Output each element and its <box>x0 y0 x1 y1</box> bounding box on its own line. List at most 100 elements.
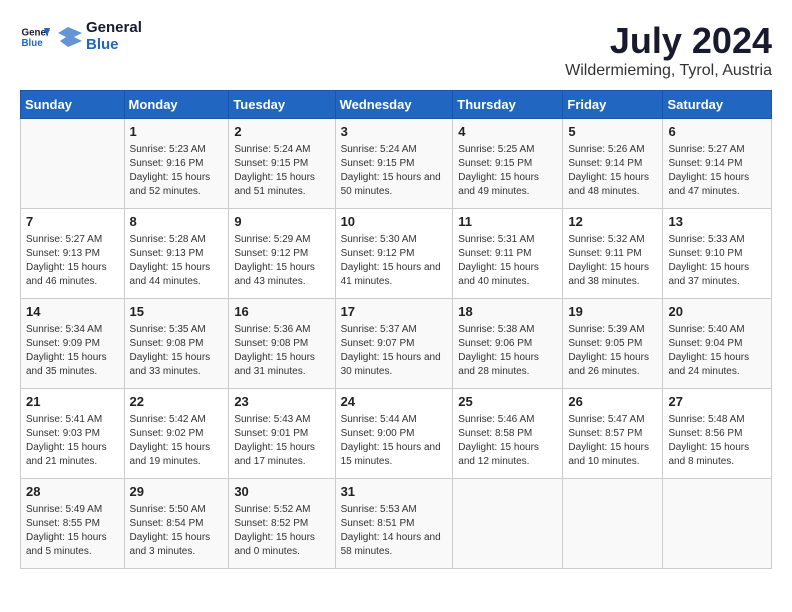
table-cell: 18 Sunrise: 5:38 AMSunset: 9:06 PMDayligh… <box>453 299 563 389</box>
col-thursday: Thursday <box>453 91 563 119</box>
day-info: Sunrise: 5:41 AMSunset: 9:03 PMDaylight:… <box>26 413 119 469</box>
day-info: Sunrise: 5:43 AMSunset: 9:01 PMDaylight:… <box>234 413 329 469</box>
day-info: Sunrise: 5:26 AMSunset: 9:14 PMDaylight:… <box>568 143 657 199</box>
day-info: Sunrise: 5:37 AMSunset: 9:07 PMDaylight:… <box>341 323 448 379</box>
table-cell: 9 Sunrise: 5:29 AMSunset: 9:12 PMDaylight… <box>229 209 335 299</box>
table-cell: 11 Sunrise: 5:31 AMSunset: 9:11 PMDayligh… <box>453 209 563 299</box>
day-info: Sunrise: 5:30 AMSunset: 9:12 PMDaylight:… <box>341 233 448 289</box>
calendar-week-row: 21 Sunrise: 5:41 AMSunset: 9:03 PMDayligh… <box>21 389 772 479</box>
page-header: General Blue General Blue General Blue J… <box>20 20 772 80</box>
day-number: 9 <box>234 213 329 231</box>
day-info: Sunrise: 5:24 AMSunset: 9:15 PMDaylight:… <box>341 143 448 199</box>
calendar-week-row: 7 Sunrise: 5:27 AMSunset: 9:13 PMDaylight… <box>21 209 772 299</box>
table-cell: 16 Sunrise: 5:36 AMSunset: 9:08 PMDayligh… <box>229 299 335 389</box>
svg-text:Blue: Blue <box>22 38 44 49</box>
day-number: 7 <box>26 213 119 231</box>
day-info: Sunrise: 5:47 AMSunset: 8:57 PMDaylight:… <box>568 413 657 469</box>
day-number: 24 <box>341 393 448 411</box>
day-number: 13 <box>668 213 766 231</box>
day-number: 21 <box>26 393 119 411</box>
day-info: Sunrise: 5:44 AMSunset: 9:00 PMDaylight:… <box>341 413 448 469</box>
table-cell: 14 Sunrise: 5:34 AMSunset: 9:09 PMDayligh… <box>21 299 125 389</box>
day-number: 25 <box>458 393 557 411</box>
day-number: 4 <box>458 123 557 141</box>
day-info: Sunrise: 5:49 AMSunset: 8:55 PMDaylight:… <box>26 503 119 559</box>
table-cell: 27Sunrise: 5:48 AMSunset: 8:56 PMDayligh… <box>663 389 772 479</box>
calendar-week-row: 28 Sunrise: 5:49 AMSunset: 8:55 PMDayligh… <box>21 479 772 569</box>
day-info: Sunrise: 5:40 AMSunset: 9:04 PMDaylight:… <box>668 323 766 379</box>
location-subtitle: Wildermieming, Tyrol, Austria <box>565 62 772 80</box>
day-info: Sunrise: 5:27 AMSunset: 9:13 PMDaylight:… <box>26 233 119 289</box>
day-info: Sunrise: 5:46 AMSunset: 8:58 PMDaylight:… <box>458 413 557 469</box>
table-cell <box>453 479 563 569</box>
logo: General Blue General Blue General Blue <box>20 20 142 53</box>
table-cell: 10 Sunrise: 5:30 AMSunset: 9:12 PMDayligh… <box>335 209 453 299</box>
table-cell: 29 Sunrise: 5:50 AMSunset: 8:54 PMDayligh… <box>124 479 229 569</box>
day-number: 15 <box>130 303 224 321</box>
day-number: 18 <box>458 303 557 321</box>
col-sunday: Sunday <box>21 91 125 119</box>
table-cell: 5 Sunrise: 5:26 AMSunset: 9:14 PMDaylight… <box>563 119 663 209</box>
day-number: 1 <box>130 123 224 141</box>
day-info: Sunrise: 5:38 AMSunset: 9:06 PMDaylight:… <box>458 323 557 379</box>
logo-general: General <box>86 20 142 37</box>
logo-icon: General Blue <box>20 22 50 52</box>
day-number: 22 <box>130 393 224 411</box>
day-number: 8 <box>130 213 224 231</box>
day-info: Sunrise: 5:28 AMSunset: 9:13 PMDaylight:… <box>130 233 224 289</box>
day-number: 2 <box>234 123 329 141</box>
day-info: Sunrise: 5:29 AMSunset: 9:12 PMDaylight:… <box>234 233 329 289</box>
table-cell: 31 Sunrise: 5:53 AMSunset: 8:51 PMDayligh… <box>335 479 453 569</box>
table-cell: 24 Sunrise: 5:44 AMSunset: 9:00 PMDayligh… <box>335 389 453 479</box>
calendar-table: Sunday Monday Tuesday Wednesday Thursday… <box>20 90 772 569</box>
day-number: 5 <box>568 123 657 141</box>
calendar-header-row: Sunday Monday Tuesday Wednesday Thursday… <box>21 91 772 119</box>
table-cell: 23Sunrise: 5:43 AMSunset: 9:01 PMDayligh… <box>229 389 335 479</box>
table-cell: 6Sunrise: 5:27 AMSunset: 9:14 PMDaylight… <box>663 119 772 209</box>
table-cell <box>21 119 125 209</box>
table-cell: 25 Sunrise: 5:46 AMSunset: 8:58 PMDayligh… <box>453 389 563 479</box>
day-info: Sunrise: 5:35 AMSunset: 9:08 PMDaylight:… <box>130 323 224 379</box>
day-number: 30 <box>234 483 329 501</box>
table-cell: 26 Sunrise: 5:47 AMSunset: 8:57 PMDayligh… <box>563 389 663 479</box>
day-info: Sunrise: 5:50 AMSunset: 8:54 PMDaylight:… <box>130 503 224 559</box>
day-number: 3 <box>341 123 448 141</box>
day-info: Sunrise: 5:39 AMSunset: 9:05 PMDaylight:… <box>568 323 657 379</box>
logo-blue: Blue <box>86 37 142 54</box>
day-info: Sunrise: 5:33 AMSunset: 9:10 PMDaylight:… <box>668 233 766 289</box>
day-number: 12 <box>568 213 657 231</box>
day-info: Sunrise: 5:32 AMSunset: 9:11 PMDaylight:… <box>568 233 657 289</box>
col-saturday: Saturday <box>663 91 772 119</box>
day-info: Sunrise: 5:31 AMSunset: 9:11 PMDaylight:… <box>458 233 557 289</box>
table-cell <box>563 479 663 569</box>
table-cell: 8 Sunrise: 5:28 AMSunset: 9:13 PMDaylight… <box>124 209 229 299</box>
day-number: 14 <box>26 303 119 321</box>
day-number: 31 <box>341 483 448 501</box>
day-info: Sunrise: 5:53 AMSunset: 8:51 PMDaylight:… <box>341 503 448 559</box>
day-info: Sunrise: 5:34 AMSunset: 9:09 PMDaylight:… <box>26 323 119 379</box>
table-cell: 22 Sunrise: 5:42 AMSunset: 9:02 PMDayligh… <box>124 389 229 479</box>
day-info: Sunrise: 5:52 AMSunset: 8:52 PMDaylight:… <box>234 503 329 559</box>
day-info: Sunrise: 5:42 AMSunset: 9:02 PMDaylight:… <box>130 413 224 469</box>
col-wednesday: Wednesday <box>335 91 453 119</box>
day-number: 28 <box>26 483 119 501</box>
day-info: Sunrise: 5:23 AMSunset: 9:16 PMDaylight:… <box>130 143 224 199</box>
day-info: Sunrise: 5:24 AMSunset: 9:15 PMDaylight:… <box>234 143 329 199</box>
day-number: 10 <box>341 213 448 231</box>
calendar-week-row: 14 Sunrise: 5:34 AMSunset: 9:09 PMDayligh… <box>21 299 772 389</box>
day-number: 29 <box>130 483 224 501</box>
day-number: 26 <box>568 393 657 411</box>
day-info: Sunrise: 5:25 AMSunset: 9:15 PMDaylight:… <box>458 143 557 199</box>
calendar-week-row: 1 Sunrise: 5:23 AMSunset: 9:16 PMDaylight… <box>21 119 772 209</box>
table-cell: 20 Sunrise: 5:40 AMSunset: 9:04 PMDayligh… <box>663 299 772 389</box>
day-info: Sunrise: 5:27 AMSunset: 9:14 PMDaylight:… <box>668 143 766 199</box>
table-cell: 3 Sunrise: 5:24 AMSunset: 9:15 PMDaylight… <box>335 119 453 209</box>
day-number: 19 <box>568 303 657 321</box>
day-number: 16 <box>234 303 329 321</box>
day-info: Sunrise: 5:36 AMSunset: 9:08 PMDaylight:… <box>234 323 329 379</box>
logo-bird-icon <box>54 23 82 51</box>
day-number: 17 <box>341 303 448 321</box>
day-info: Sunrise: 5:48 AMSunset: 8:56 PMDaylight:… <box>668 413 766 469</box>
day-number: 11 <box>458 213 557 231</box>
day-number: 20 <box>668 303 766 321</box>
